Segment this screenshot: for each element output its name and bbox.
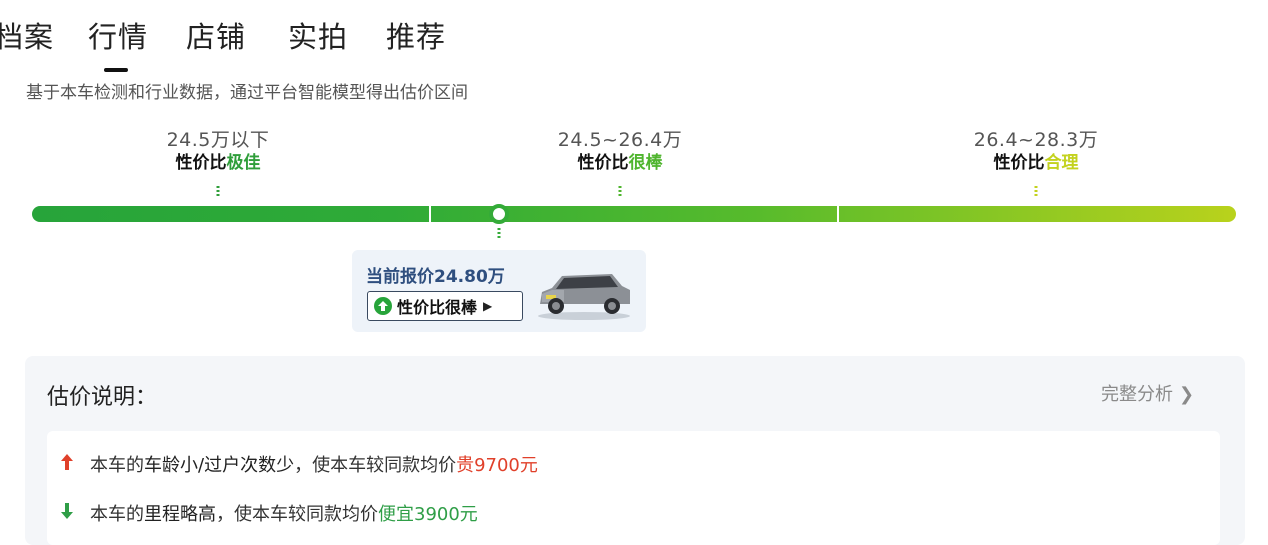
bar-divider	[837, 206, 839, 222]
tab-store[interactable]: 店铺	[186, 14, 246, 56]
band-pointer-dots	[1034, 186, 1038, 196]
current-price-marker	[489, 204, 509, 224]
arrow-up-icon	[60, 453, 74, 476]
factor-text: 里程略高	[144, 504, 216, 525]
price-band-range: 24.5~26.4万	[557, 129, 683, 151]
list-item: 本车的 车龄小/过户次数少 ，使本车较同款均价 贵9700元	[60, 451, 538, 477]
marker-pointer-dots	[497, 228, 501, 238]
band-pointer-dots	[216, 186, 220, 196]
list-item: 本车的 里程略高 ，使本车较同款均价 便宜3900元	[60, 500, 478, 526]
price-band-excellent: 24.5万以下 性价比极佳	[167, 128, 270, 174]
tab-photos[interactable]: 实拍	[288, 14, 348, 56]
arrow-down-icon	[60, 502, 74, 525]
full-analysis-link[interactable]: 完整分析 ❯	[1101, 380, 1194, 406]
price-band-range: 24.5万以下	[166, 129, 270, 151]
car-thumbnail-image	[538, 274, 630, 320]
full-analysis-label: 完整分析	[1101, 384, 1173, 405]
chevron-right-icon: ❯	[1179, 384, 1195, 405]
factor-text: 车龄小/过户次数少	[144, 455, 295, 476]
price-effect: 贵9700元	[456, 455, 538, 476]
arrow-up-circle-icon	[374, 297, 392, 315]
explanation-title: 估价说明：	[47, 385, 158, 410]
bar-divider	[429, 206, 431, 222]
explanation-list	[47, 431, 1220, 545]
price-range-bar	[32, 206, 1236, 222]
price-band-rating: 性价比合理	[993, 153, 1079, 173]
value-rating-badge[interactable]: 性价比很棒 ▶	[367, 291, 523, 321]
price-band-great: 24.5~26.4万 性价比很棒	[558, 128, 683, 174]
tab-recommend[interactable]: 推荐	[386, 14, 446, 56]
band-pointer-dots	[618, 186, 622, 196]
play-arrow-icon: ▶	[483, 299, 493, 313]
tab-market[interactable]: 行情	[88, 14, 148, 56]
tab-archive[interactable]: 档案	[0, 14, 54, 56]
price-band-reasonable: 26.4~28.3万 性价比合理	[974, 128, 1099, 174]
price-band-rating: 性价比极佳	[175, 153, 261, 173]
price-effect: 便宜3900元	[378, 504, 478, 525]
current-price-label: 当前报价24.80万	[366, 267, 505, 287]
active-tab-indicator	[104, 68, 128, 72]
price-band-range: 26.4~28.3万	[973, 129, 1099, 151]
value-rating-label: 性价比很棒	[397, 298, 478, 317]
valuation-description: 基于本车检测和行业数据，通过平台智能模型得出估价区间	[26, 83, 468, 103]
price-band-rating: 性价比很棒	[577, 153, 663, 173]
